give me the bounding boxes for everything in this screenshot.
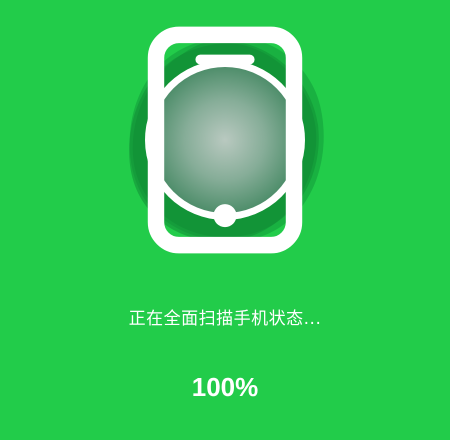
scan-progress-percent: 100% — [191, 372, 259, 402]
scan-animation — [110, 25, 340, 255]
smartphone-icon — [147, 26, 303, 254]
scan-status-text: 正在全面扫描手机状态... — [128, 309, 322, 329]
scan-screen: 正在全面扫描手机状态... 100% — [0, 0, 450, 440]
